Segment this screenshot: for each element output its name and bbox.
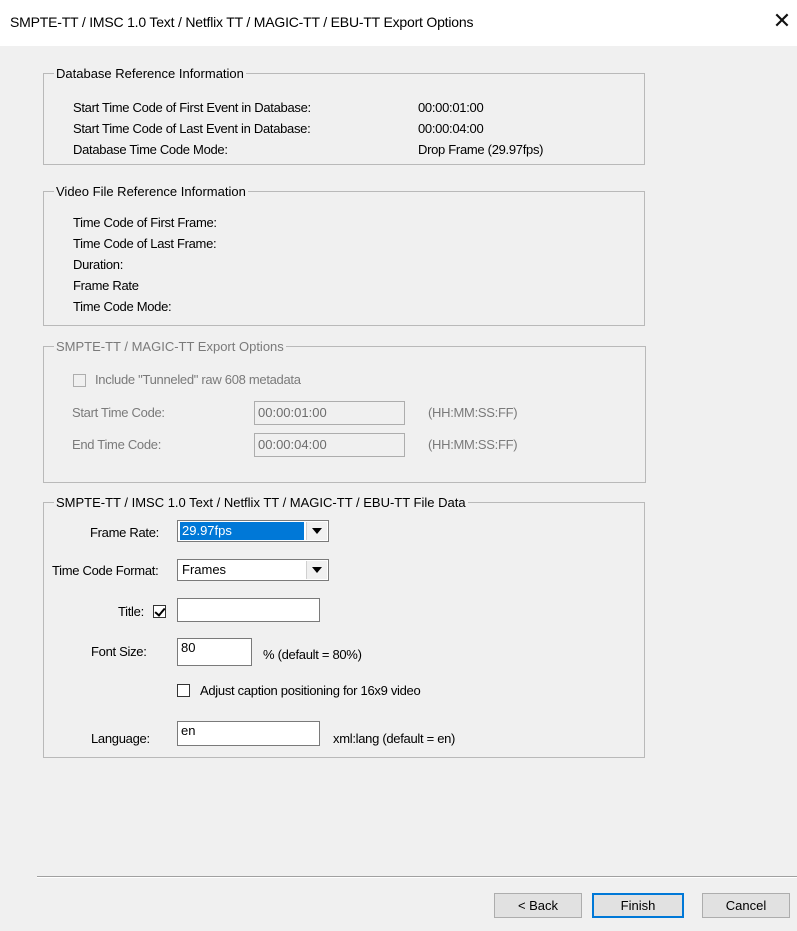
db-first-event-label: Start Time Code of First Event in Databa… [73,100,311,115]
video-reference-legend: Video File Reference Information [56,184,246,199]
dialog-title: SMPTE-TT / IMSC 1.0 Text / Netflix TT / … [10,14,474,30]
language-hint: xml:lang (default = en) [333,731,456,746]
back-button[interactable]: < Back [494,893,582,918]
db-tc-mode-value: Drop Frame (29.97fps) [418,142,544,157]
export-options-legend: SMPTE-TT / MAGIC-TT Export Options [56,339,284,354]
end-tc-hint: (HH:MM:SS:FF) [428,437,518,452]
font-size-hint: % (default = 80%) [263,647,362,662]
start-tc-field[interactable]: 00:00:01:00 [254,401,405,425]
end-tc-field[interactable]: 00:00:04:00 [254,433,405,457]
title-checkbox[interactable] [153,605,166,618]
end-tc-label: End Time Code: [72,437,162,452]
language-field[interactable]: en [177,721,320,746]
db-last-event-value: 00:00:04:00 [418,121,484,136]
video-first-frame-label: Time Code of First Frame: [73,215,217,230]
video-duration-label: Duration: [73,257,124,272]
title-field[interactable] [177,598,320,622]
title-label: Title: [118,604,144,619]
tc-format-dropdown[interactable]: Frames [177,559,329,581]
frame-rate-selected-value: 29.97fps [180,522,304,540]
finish-button[interactable]: Finish [592,893,684,918]
language-label: Language: [91,731,150,746]
frame-rate-label: Frame Rate: [90,525,159,540]
frame-rate-dropdown[interactable]: 29.97fps [177,520,329,542]
db-tc-mode-label: Database Time Code Mode: [73,142,228,157]
database-reference-legend: Database Reference Information [56,66,244,81]
db-last-event-label: Start Time Code of Last Event in Databas… [73,121,311,136]
tc-format-label: Time Code Format: [52,563,159,578]
cancel-button[interactable]: Cancel [702,893,790,918]
font-size-label: Font Size: [91,644,147,659]
start-tc-hint: (HH:MM:SS:FF) [428,405,518,420]
video-tc-mode-label: Time Code Mode: [73,299,172,314]
file-data-legend: SMPTE-TT / IMSC 1.0 Text / Netflix TT / … [56,495,466,510]
video-frame-rate-label: Frame Rate [73,278,139,293]
font-size-field[interactable]: 80 [177,638,252,666]
chevron-down-icon[interactable] [306,561,327,579]
tunneled-checkbox[interactable] [73,374,86,387]
chevron-down-icon[interactable] [306,522,327,540]
tunneled-label: Include "Tunneled" raw 608 metadata [95,372,301,387]
tc-format-selected-value: Frames [182,562,227,577]
checkmark-icon [154,605,166,617]
adjust-16x9-checkbox[interactable] [177,684,190,697]
adjust-16x9-label: Adjust caption positioning for 16x9 vide… [200,683,421,698]
footer-divider [37,876,797,878]
title-bar: SMPTE-TT / IMSC 1.0 Text / Netflix TT / … [0,0,797,46]
db-first-event-value: 00:00:01:00 [418,100,484,115]
close-icon[interactable]: ✕ [772,10,792,32]
start-tc-label: Start Time Code: [72,405,165,420]
video-last-frame-label: Time Code of Last Frame: [73,236,217,251]
